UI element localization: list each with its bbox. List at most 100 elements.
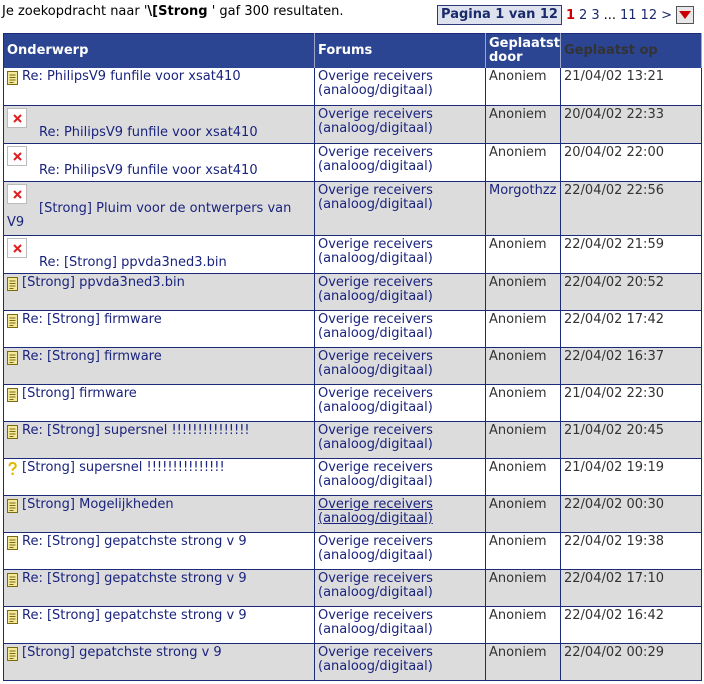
forum-link[interactable]: Overige receivers (analoog/digitaal) [318,497,433,526]
page-link-12[interactable]: 12 [641,8,658,23]
topic-link[interactable]: Re: [Strong] gepatchste strong v 9 [22,608,247,623]
cell-date: 20/04/02 22:00 [560,143,702,182]
table-row: [Strong] supersnel !!!!!!!!!!!!!!! Overig… [3,458,702,496]
cell-author: Anoniem [485,310,561,348]
post-date: 22/04/02 21:59 [564,236,664,252]
document-icon [7,313,18,328]
cell-forum: Overige receivers (analoog/digitaal) [314,310,486,348]
topic-link[interactable]: [Strong] Pluim voor de ontwerpers van V9 [7,201,311,230]
forum-link[interactable]: Overige receivers (analoog/digitaal) [318,69,433,98]
forum-link[interactable]: Overige receivers (analoog/digitaal) [318,145,433,174]
forum-link[interactable]: Overige receivers (analoog/digitaal) [318,183,433,212]
topic-link[interactable]: Re: [Strong] gepatchste strong v 9 [22,534,247,549]
cell-forum: Overige receivers (analoog/digitaal) [314,569,486,607]
header-forums[interactable]: Forums [314,33,486,68]
table-row: [Strong] firmware Overige receivers (anal… [3,384,702,422]
forum-link[interactable]: Overige receivers (analoog/digitaal) [318,423,433,452]
cell-author: Anoniem [485,384,561,422]
post-date: 22/04/02 17:42 [564,311,664,327]
page-link-3[interactable]: 3 [591,8,599,23]
topic-link[interactable]: [Strong] ppvda3ned3.bin [22,275,185,290]
document-icon [7,424,18,439]
header-subject[interactable]: Onderwerp [3,33,315,68]
cell-forum: Overige receivers (analoog/digitaal) [314,347,486,385]
page-indicator: Pagina 1 van 12 [437,5,562,25]
forum-link[interactable]: Overige receivers (analoog/digitaal) [318,107,433,136]
forum-link[interactable]: Overige receivers (analoog/digitaal) [318,275,433,304]
table-row: Re: [Strong] supersnel !!!!!!!!!!!!!!! Ov… [3,421,702,459]
cell-forum: Overige receivers (analoog/digitaal) [314,181,486,236]
forum-link[interactable]: Overige receivers (analoog/digitaal) [318,534,433,563]
cell-forum: Overige receivers (analoog/digitaal) [314,143,486,182]
cell-date: 21/04/02 20:45 [560,421,702,459]
post-date: 20/04/02 22:00 [564,144,664,160]
forum-link[interactable]: Overige receivers (analoog/digitaal) [318,571,433,600]
cell-subject: Re: [Strong] ppvda3ned3.bin [3,235,315,274]
cell-author: Anoniem [485,495,561,533]
page-link-2[interactable]: 2 [579,8,587,23]
cell-author: Anoniem [485,105,561,144]
forum-link[interactable]: Overige receivers (analoog/digitaal) [318,349,433,378]
cell-author: Anoniem [485,68,561,106]
page-link-11[interactable]: 11 [620,8,637,23]
document-icon [7,535,18,550]
table-row: Re: [Strong] ppvda3ned3.bin Overige recei… [3,235,702,274]
topic-link[interactable]: Re: PhilipsV9 funfile voor xsat410 [7,163,311,178]
topic-link[interactable]: Re: [Strong] supersnel !!!!!!!!!!!!!!! [22,423,250,438]
cell-forum: Overige receivers (analoog/digitaal) [314,495,486,533]
topic-link[interactable]: Re: [Strong] firmware [22,349,162,364]
cell-subject: [Strong] ppvda3ned3.bin [3,273,315,311]
cell-date: 22/04/02 00:29 [560,643,702,681]
cell-subject: Re: [Strong] firmware [3,310,315,348]
forum-link[interactable]: Overige receivers (analoog/digitaal) [318,608,433,637]
summary-prefix: Je zoekopdracht naar ' [2,4,148,19]
post-date: 22/04/02 22:56 [564,182,664,198]
post-date: 21/04/02 22:30 [564,385,664,401]
post-date: 20/04/02 22:33 [564,106,664,122]
cell-forum: Overige receivers (analoog/digitaal) [314,235,486,274]
topic-link[interactable]: [Strong] supersnel !!!!!!!!!!!!!!! [22,460,225,475]
cell-author: Anoniem [485,458,561,496]
table-row: [Strong] Pluim voor de ontwerpers van V9… [3,181,702,236]
topic-link[interactable]: [Strong] Mogelijkheden [22,497,174,512]
page-next[interactable]: > [661,8,672,23]
table-row: [Strong] Mogelijkheden Overige receivers … [3,495,702,533]
author-name: Anoniem [489,274,547,290]
topic-link[interactable]: Re: PhilipsV9 funfile voor xsat410 [22,70,241,84]
author-name[interactable]: Morgothzz [489,183,556,198]
cell-date: 21/04/02 19:19 [560,458,702,496]
topic-link[interactable]: Re: [Strong] ppvda3ned3.bin [7,255,311,270]
table-row: [Strong] gepatchste strong v 9 Overige re… [3,643,702,681]
forum-link[interactable]: Overige receivers (analoog/digitaal) [318,645,433,674]
forum-link[interactable]: Overige receivers (analoog/digitaal) [318,237,433,266]
forum-link[interactable]: Overige receivers (analoog/digitaal) [318,386,433,415]
forum-link[interactable]: Overige receivers (analoog/digitaal) [318,312,433,341]
document-icon [7,498,18,513]
cell-subject: Re: [Strong] supersnel !!!!!!!!!!!!!!! [3,421,315,459]
post-date: 22/04/02 00:30 [564,496,664,512]
cell-date: 20/04/02 22:33 [560,105,702,144]
pagination: Pagina 1 van 12 1 2 3 ... 11 12 > [437,5,694,25]
topic-link[interactable]: [Strong] gepatchste strong v 9 [22,645,222,660]
page-dropdown-button[interactable] [676,6,694,24]
cell-author: Anoniem [485,569,561,607]
topic-link[interactable]: Re: PhilipsV9 funfile voor xsat410 [7,125,311,140]
cell-date: 22/04/02 00:30 [560,495,702,533]
post-date: 22/04/02 20:52 [564,274,664,290]
forum-link[interactable]: Overige receivers (analoog/digitaal) [318,460,433,489]
search-query: \[Strong [147,4,208,19]
table-row: Re: [Strong] firmware Overige receivers (… [3,310,702,348]
cell-forum: Overige receivers (analoog/digitaal) [314,532,486,570]
topic-link[interactable]: Re: [Strong] firmware [22,312,162,327]
broken-image-icon [7,183,27,204]
topic-link[interactable]: [Strong] firmware [22,386,137,401]
topic-link[interactable]: Re: [Strong] gepatchste strong v 9 [22,571,247,586]
header-posted-on[interactable]: Geplaatst op [560,33,702,68]
broken-image-icon [7,237,27,258]
cell-subject: Re: [Strong] gepatchste strong v 9 [3,606,315,644]
author-name: Anoniem [489,459,547,475]
header-posted-by[interactable]: Geplaatst door [485,33,561,68]
cell-subject: Re: PhilipsV9 funfile voor xsat410 [3,143,315,182]
table-row: Re: PhilipsV9 funfile voor xsat410 Overig… [3,105,702,144]
document-icon [7,350,18,365]
